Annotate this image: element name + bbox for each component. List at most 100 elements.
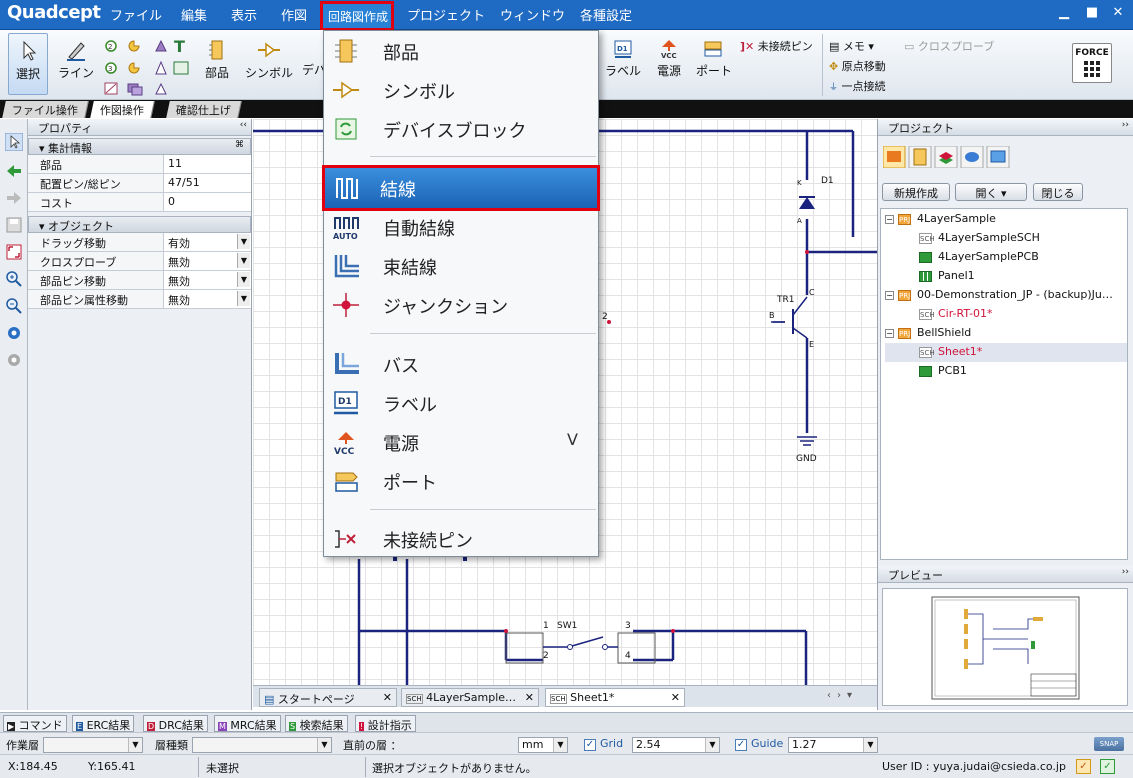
dropdown-arrow-icon[interactable]: ▼ <box>863 738 877 752</box>
guide-select[interactable]: 1.27 ▼ <box>788 737 878 753</box>
tree-item[interactable]: SCH 4LayerSampleSCH <box>885 229 1127 248</box>
tab-draw-ops[interactable]: 作図操作 <box>90 101 155 118</box>
dropdown-arrow-icon[interactable]: ▼ <box>317 738 331 752</box>
expand-icon[interactable]: ›› <box>1122 567 1129 577</box>
collapse-icon[interactable]: ‹‹ <box>240 120 247 130</box>
menu-item-symbol[interactable]: シンボル <box>324 70 598 108</box>
prop-select[interactable]: 無効 ▼ <box>164 271 251 289</box>
forward-arrow-icon[interactable] <box>5 189 23 207</box>
tab-design-instruction[interactable]: ! 設計指示 <box>355 715 416 732</box>
collapse-toggle-icon[interactable]: − <box>885 214 894 224</box>
select-tool-icon[interactable] <box>5 133 23 151</box>
dropdown-arrow-icon[interactable]: ▼ <box>237 291 250 306</box>
label-button[interactable]: D1 ラベル <box>604 39 642 79</box>
menu-settings[interactable]: 各種設定 <box>580 5 632 24</box>
close-icon[interactable]: ✕ <box>1108 5 1128 20</box>
symbol-button[interactable]: シンボル <box>245 39 293 81</box>
grid-checkbox[interactable]: ✓ <box>584 739 596 751</box>
tree-item[interactable]: − PRJ BellShield <box>885 324 1127 343</box>
menu-item-wire[interactable]: 結線 <box>322 165 600 211</box>
tab-erc[interactable]: E ERC結果 <box>72 715 135 732</box>
menu-item-bundle-wire[interactable]: 束結線 <box>324 246 598 284</box>
tree-item[interactable]: SCH Cir-RT-01* <box>885 305 1127 324</box>
tab-search[interactable]: S 検索結果 <box>285 715 348 732</box>
line-button[interactable]: ライン <box>58 39 94 81</box>
power-button[interactable]: VCC 電源 <box>652 39 686 79</box>
work-layer-select[interactable]: ▼ <box>43 737 143 753</box>
grid-select[interactable]: 2.54 ▼ <box>632 737 720 753</box>
tab-close-icon[interactable]: ✕ <box>671 691 680 704</box>
menu-draw[interactable]: 作図 <box>281 5 307 24</box>
tree-item[interactable]: PCB1 <box>885 362 1127 381</box>
tree-item[interactable]: Panel1 <box>885 267 1127 286</box>
origin-move-button[interactable]: ✥ 原点移動 <box>829 58 886 74</box>
tab-start-page[interactable]: ▤ スタートページ ✕ <box>259 688 397 707</box>
menu-file[interactable]: ファイル <box>110 5 162 24</box>
guide-checkbox[interactable]: ✓ <box>735 739 747 751</box>
menu-item-port[interactable]: ポート <box>324 461 598 499</box>
back-arrow-icon[interactable] <box>5 162 23 180</box>
tree-item[interactable]: − PRJ 00-Demonstration_JP - (backup)Ju… <box>885 286 1127 305</box>
gear-gray-icon[interactable] <box>5 351 23 369</box>
dropdown-arrow-icon[interactable]: ▼ <box>237 272 250 287</box>
prop-select[interactable]: 無効 ▼ <box>164 252 251 270</box>
save-icon[interactable] <box>5 216 23 234</box>
select-button[interactable]: 選択 <box>8 33 48 95</box>
unit-select[interactable]: mm ▼ <box>518 737 568 753</box>
minimize-icon[interactable]: ▁ <box>1054 5 1074 20</box>
open-project-button[interactable]: 開く ▾ <box>955 183 1027 201</box>
menu-item-part[interactable]: 部品 <box>324 31 598 69</box>
single-point-button[interactable]: ⏚ 一点接続 <box>829 78 886 94</box>
memo-button[interactable]: ▤ メモ ▾ <box>829 38 874 54</box>
zoom-out-icon[interactable] <box>5 297 23 315</box>
menu-item-auto-wire[interactable]: AUTO 自動結線 <box>324 207 598 245</box>
dropdown-arrow-icon[interactable]: ▼ <box>553 738 567 752</box>
menu-schematic-create[interactable]: 回路図作成 <box>320 1 394 31</box>
menu-item-bus[interactable]: バス <box>324 344 598 382</box>
device-button[interactable]: デバ <box>302 61 326 78</box>
tab-file-ops[interactable]: ファイル操作 <box>2 101 89 118</box>
collapse-toggle-icon[interactable]: − <box>885 290 894 300</box>
force-button[interactable]: FORCE <box>1072 43 1112 83</box>
snap-button[interactable]: SNAP <box>1094 737 1124 751</box>
menu-project[interactable]: プロジェクト <box>407 5 485 24</box>
menu-item-junction[interactable]: ジャンクション <box>324 285 598 323</box>
prop-select[interactable]: 無効 ▼ <box>164 290 251 308</box>
tab-sheet1[interactable]: SCH Sheet1* ✕ <box>545 688 685 707</box>
unconnected-pin-button[interactable]: ]✕ 未接続ピン <box>740 38 813 54</box>
close-project-button[interactable]: 閉じる <box>1033 183 1083 201</box>
object-section-header[interactable]: ▾ オブジェクト <box>28 216 251 233</box>
port-button[interactable]: ポート <box>696 39 732 79</box>
cross-probe-button[interactable]: ▭ クロスプローブ <box>904 38 994 54</box>
dropdown-arrow-icon[interactable]: ▼ <box>705 738 719 752</box>
tab-close-icon[interactable]: ✕ <box>383 691 392 704</box>
layer-type-select[interactable]: ▼ <box>192 737 332 753</box>
edit-check-icon[interactable]: ✓ <box>1076 759 1091 774</box>
tab-4layersample[interactable]: SCH 4LayerSample… ✕ <box>401 688 539 707</box>
dropdown-arrow-icon[interactable]: ▼ <box>237 234 250 249</box>
tab-close-icon[interactable]: ✕ <box>525 691 534 704</box>
menu-item-power[interactable]: VCC 電源 V <box>324 422 598 460</box>
expand-icon[interactable]: ›› <box>1122 120 1129 130</box>
tree-item[interactable]: 4LayerSamplePCB <box>885 248 1127 267</box>
tab-command[interactable]: ▶ コマンド <box>3 715 67 732</box>
dropdown-arrow-icon[interactable]: ▼ <box>128 738 142 752</box>
new-project-button[interactable]: 新規作成 <box>882 183 950 201</box>
fit-view-icon[interactable] <box>5 243 23 261</box>
summary-section-header[interactable]: ▾ 集計情報 ⌘ <box>28 138 251 155</box>
zoom-in-icon[interactable] <box>5 270 23 288</box>
tab-mrc[interactable]: M MRC結果 <box>214 715 281 732</box>
menu-item-device-block[interactable]: デバイスブロック <box>324 109 598 147</box>
tab-check-finish[interactable]: 確認仕上げ <box>166 101 242 118</box>
tree-item[interactable]: − PRJ 4LayerSample <box>885 210 1127 229</box>
part-button[interactable]: 部品 <box>201 39 233 81</box>
prop-select[interactable]: 有効 ▼ <box>164 233 251 251</box>
dropdown-arrow-icon[interactable]: ▼ <box>237 253 250 268</box>
tab-drc[interactable]: D DRC結果 <box>143 715 208 732</box>
tab-scroll-icons[interactable]: ‹›▾ <box>827 690 858 701</box>
menu-edit[interactable]: 編集 <box>181 5 207 24</box>
tree-item[interactable]: SCH Sheet1* <box>885 343 1127 362</box>
pin-icon[interactable]: ⌘ <box>235 140 244 150</box>
maximize-icon[interactable]: ■ <box>1082 5 1102 20</box>
gear-blue-icon[interactable] <box>5 324 23 342</box>
